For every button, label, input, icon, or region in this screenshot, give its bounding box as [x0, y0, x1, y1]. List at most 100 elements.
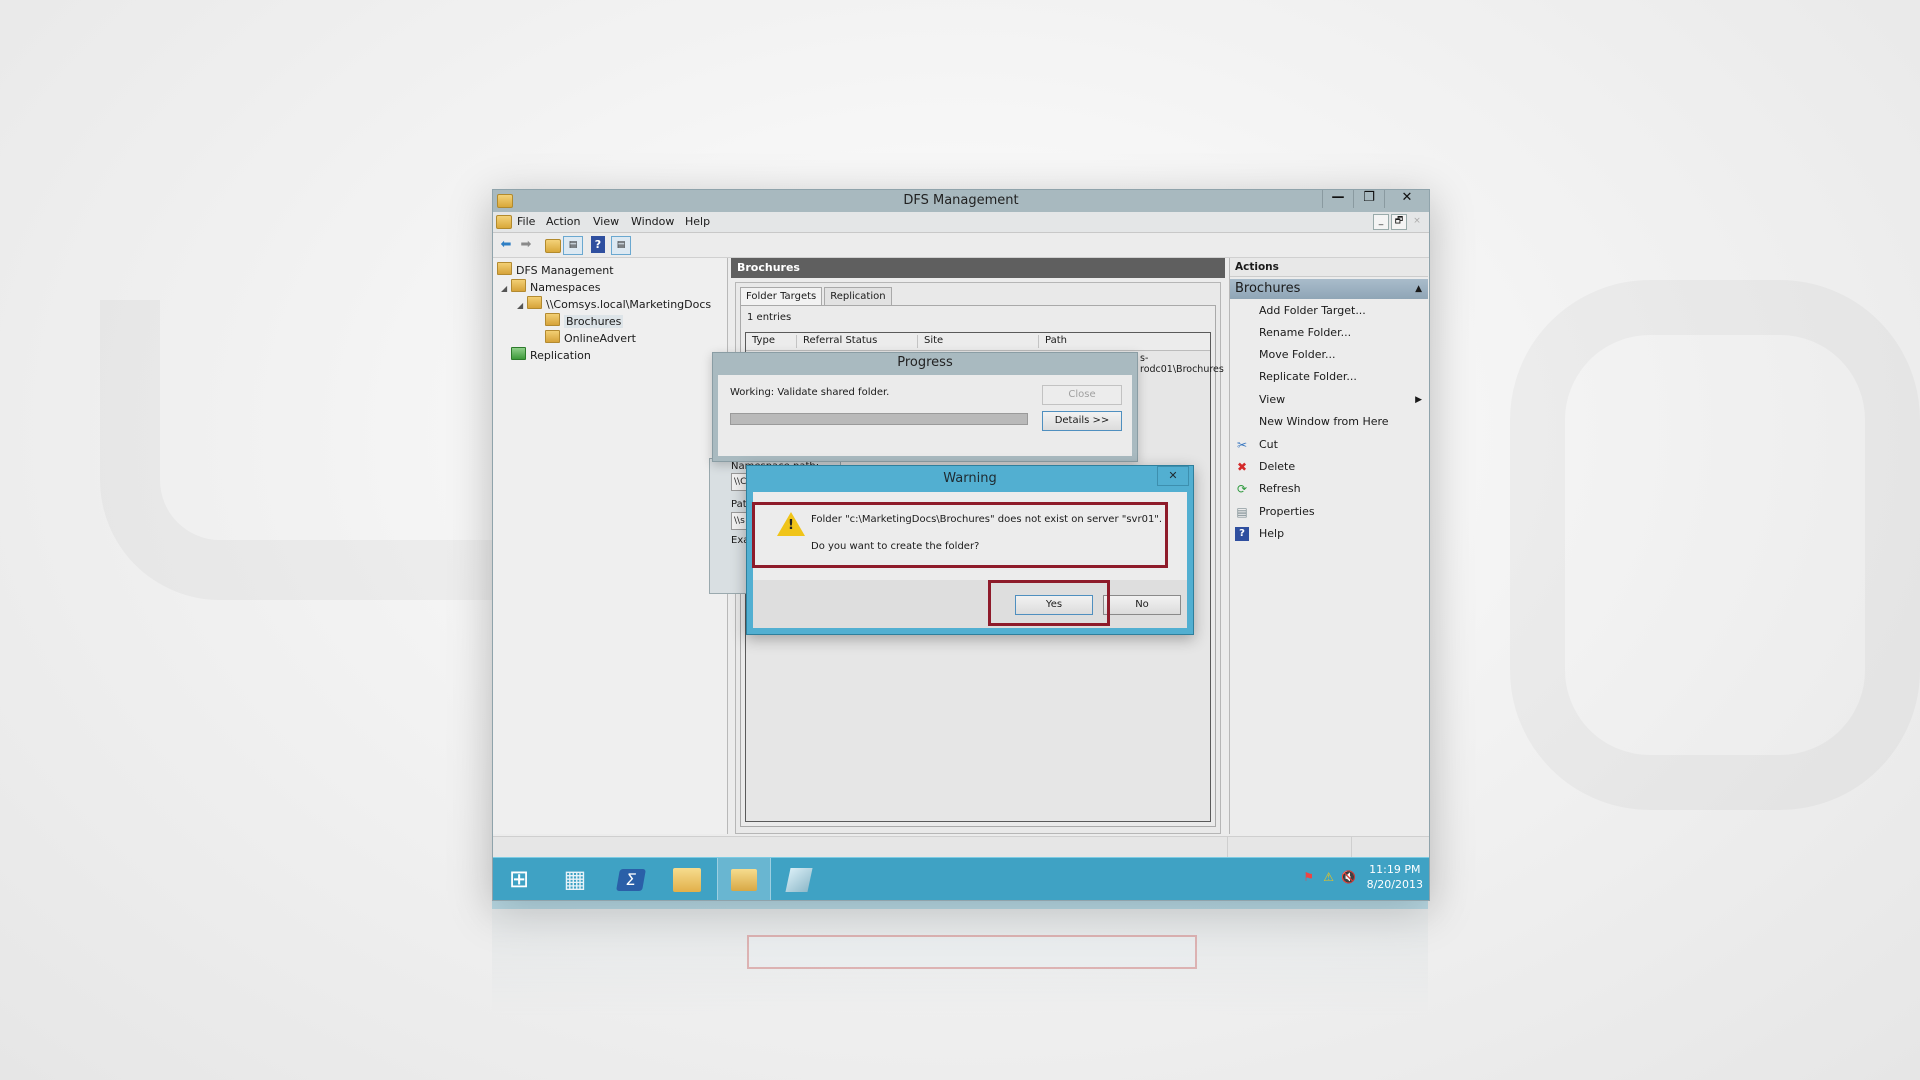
network-warning-icon[interactable]: ⚠	[1319, 870, 1339, 884]
status-bar	[493, 836, 1429, 857]
warning-question: Do you want to create the folder?	[811, 541, 980, 552]
action-help[interactable]: ? Help	[1230, 524, 1428, 544]
warning-dialog-title: Warning	[943, 471, 997, 486]
action-add-folder-target[interactable]: Add Folder Target...	[1230, 301, 1428, 321]
title-bar[interactable]: DFS Management — ❐ ✕	[493, 190, 1429, 212]
namespaces-icon	[511, 279, 526, 292]
forward-arrow-icon[interactable]: ➡	[517, 236, 535, 253]
taskbar-file-explorer[interactable]	[661, 858, 713, 900]
volume-muted-icon[interactable]: 🔇	[1339, 870, 1359, 884]
system-tray: ⚑ ⚠ 🔇 11:19 PM 8/20/2013	[1299, 862, 1423, 892]
restore-button[interactable]: ❐	[1353, 190, 1384, 208]
action-properties[interactable]: ▤ Properties	[1230, 502, 1428, 522]
server-manager-icon: ▦	[563, 865, 587, 893]
minimize-button[interactable]: —	[1322, 190, 1353, 208]
tree-item-onlineadvert[interactable]: OnlineAdvert	[545, 330, 636, 345]
mdi-close-button[interactable]: ×	[1409, 214, 1425, 230]
submenu-arrow-icon: ▶	[1415, 395, 1422, 405]
dfs-management-icon	[731, 869, 757, 891]
tree-item-namespace[interactable]: ◢ \\Comsys.local\MarketingDocs	[517, 296, 711, 311]
tree-item-namespaces[interactable]: ◢ Namespaces	[501, 279, 600, 294]
menu-help[interactable]: Help	[685, 215, 710, 228]
mdi-restore-button[interactable]: 🗗	[1391, 214, 1407, 230]
tab-folder-targets[interactable]: Folder Targets	[740, 287, 823, 306]
console-icon[interactable]	[496, 215, 512, 229]
action-replicate-folder[interactable]: Replicate Folder...	[1230, 367, 1428, 387]
column-header-type[interactable]: Type	[746, 335, 797, 348]
action-new-window[interactable]: New Window from Here	[1230, 412, 1428, 432]
warning-close-button[interactable]: ✕	[1157, 466, 1189, 486]
actions-header: Actions	[1230, 258, 1428, 277]
column-header-referral-status[interactable]: Referral Status	[797, 335, 918, 348]
mdi-minimize-button[interactable]: _	[1373, 214, 1389, 230]
menu-view[interactable]: View	[593, 215, 619, 228]
window-title: DFS Management	[903, 193, 1019, 208]
column-header-path[interactable]: Path	[1039, 335, 1145, 348]
clock-time: 11:19 PM	[1369, 863, 1421, 876]
cut-icon: ✂	[1236, 438, 1248, 452]
close-button[interactable]: Close	[1042, 385, 1122, 405]
start-button[interactable]: ⊞	[493, 858, 545, 900]
results-pane-title: Brochures	[731, 258, 1225, 278]
taskbar: ⊞ ▦ Σ ⚑ ⚠ 🔇 11:19 PM 8/20/2013	[493, 857, 1429, 900]
entries-count: 1 entries	[747, 312, 792, 323]
menu-bar: File Action View Window Help _ 🗗 ×	[493, 212, 1429, 233]
tree-item-brochures[interactable]: Brochures	[545, 313, 624, 328]
collapse-caret-icon[interactable]: ▲	[1415, 279, 1422, 299]
watermark-logo-right	[1510, 280, 1920, 810]
console-tree: DFS Management ◢ Namespaces ◢ \\Comsys.loc…	[493, 258, 728, 834]
notepad-icon	[785, 868, 813, 892]
action-delete[interactable]: ✖ Delete	[1230, 457, 1428, 477]
details-button[interactable]: Details >>	[1042, 411, 1122, 431]
taskbar-powershell[interactable]: Σ	[605, 858, 657, 900]
delete-icon: ✖	[1236, 460, 1248, 474]
progress-dialog: Progress Working: Validate shared folder…	[712, 352, 1138, 462]
action-cut[interactable]: ✂ Cut	[1230, 435, 1428, 455]
action-center-flag-icon[interactable]: ⚑	[1299, 870, 1319, 884]
properties-icon: ▤	[1236, 505, 1248, 519]
window-reflection	[492, 901, 1428, 1016]
actions-section-brochures[interactable]: Brochures ▲	[1230, 279, 1428, 299]
powershell-icon: Σ	[616, 869, 646, 891]
clock[interactable]: 11:19 PM 8/20/2013	[1367, 862, 1423, 892]
actions-section-label: Brochures	[1235, 281, 1301, 296]
warning-icon: !	[777, 512, 805, 536]
progress-message: Working: Validate shared folder.	[730, 387, 890, 398]
clock-date: 8/20/2013	[1366, 878, 1423, 891]
file-explorer-icon	[673, 868, 701, 892]
namespace-icon	[527, 296, 542, 309]
taskbar-notepad[interactable]	[773, 858, 825, 900]
column-header-site[interactable]: Site	[918, 335, 1039, 348]
taskbar-dfs-management[interactable]	[717, 858, 771, 900]
folder-icon	[545, 330, 560, 343]
action-refresh[interactable]: ⟳ Refresh	[1230, 479, 1428, 499]
action-move-folder[interactable]: Move Folder...	[1230, 345, 1428, 365]
show-hide-tree-icon[interactable]: ▤	[563, 236, 583, 255]
progress-bar-fill	[731, 414, 1027, 424]
action-rename-folder[interactable]: Rename Folder...	[1230, 323, 1428, 343]
expand-arrow-icon[interactable]: ◢	[517, 301, 527, 310]
dfs-icon	[497, 262, 512, 275]
up-folder-icon[interactable]	[543, 236, 561, 253]
tab-replication[interactable]: Replication	[824, 287, 892, 306]
menu-file[interactable]: File	[517, 215, 535, 228]
windows-logo-icon: ⊞	[508, 865, 530, 893]
menu-action[interactable]: Action	[546, 215, 580, 228]
taskbar-server-manager[interactable]: ▦	[549, 858, 601, 900]
no-button[interactable]: No	[1103, 595, 1181, 615]
back-arrow-icon[interactable]: ⬅	[497, 236, 515, 253]
tree-item-replication[interactable]: Replication	[511, 347, 591, 362]
warning-dialog: Warning ✕ ! Folder "c:\MarketingDocs\Bro…	[746, 465, 1194, 635]
progress-dialog-title: Progress	[897, 355, 953, 370]
close-button[interactable]: ✕	[1384, 190, 1429, 208]
actions-pane: Actions Brochures ▲ Add Folder Target...…	[1229, 258, 1428, 834]
show-hide-action-pane-icon[interactable]: ▤	[611, 236, 631, 255]
help-icon: ?	[1235, 527, 1249, 541]
expand-arrow-icon[interactable]: ◢	[501, 284, 511, 293]
yes-button[interactable]: Yes	[1015, 595, 1093, 615]
table-row-path[interactable]: s-rodc01\Brochures	[1140, 353, 1224, 375]
tree-item-dfs-management[interactable]: DFS Management	[497, 262, 614, 277]
menu-window[interactable]: Window	[631, 215, 674, 228]
help-icon[interactable]: ?	[591, 236, 605, 253]
action-view[interactable]: View ▶	[1230, 390, 1428, 410]
